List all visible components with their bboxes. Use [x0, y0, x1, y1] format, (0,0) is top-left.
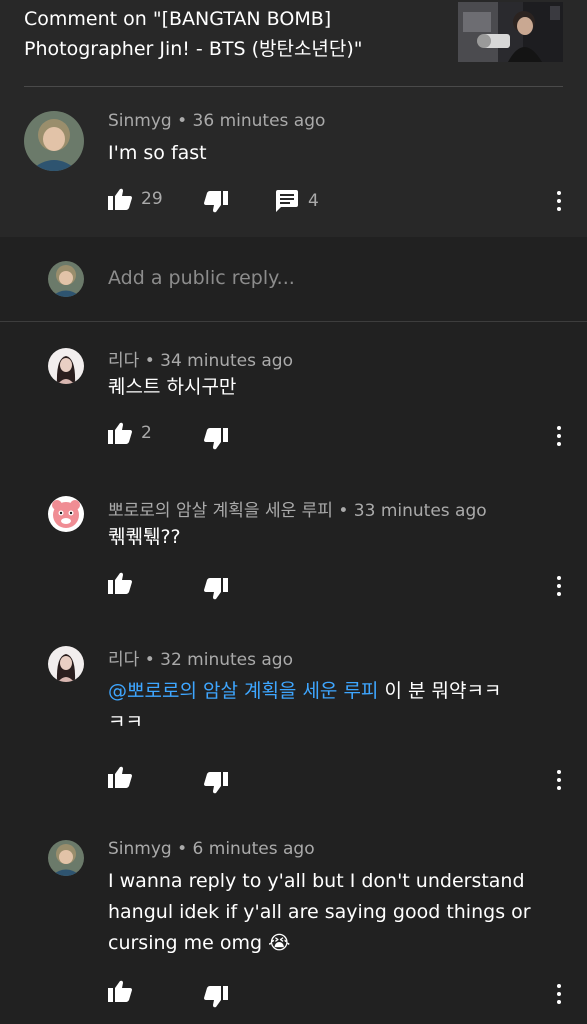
thumbs-up-icon	[108, 422, 132, 444]
dislike-button[interactable]	[204, 428, 228, 450]
timestamp: 32 minutes ago	[160, 650, 293, 670]
meta-separator: •	[144, 650, 161, 670]
like-button[interactable]: 29	[108, 188, 163, 210]
timestamp: 34 minutes ago	[160, 351, 293, 371]
more-options-icon[interactable]	[556, 576, 562, 598]
timestamp: 33 minutes ago	[353, 501, 487, 521]
thumbs-up-icon	[108, 980, 132, 1002]
comment-text-line-3: cursing me omg 😭	[108, 932, 291, 954]
user-mention-link[interactable]: @뽀로로의 암살 계획을 세운 루피	[108, 680, 378, 702]
comment-meta: 리다 • 32 minutes ago	[108, 645, 293, 670]
replies-list: 리다 • 34 minutes ago 퀘스트 하시구만 2 뽀로로의 암살 계…	[0, 322, 587, 1024]
comment-text-line-1: I wanna reply to y'all but I don't under…	[108, 870, 525, 892]
video-thumbnail[interactable]	[458, 2, 563, 62]
thumbs-up-icon	[108, 188, 132, 210]
avatar[interactable]	[48, 348, 84, 384]
author-name[interactable]: 리다	[108, 650, 139, 670]
comment-meta: 뽀로로의 암살 계획을 세운 루피 • 33 minutes ago	[108, 496, 487, 521]
comment-text: I'm so fast	[108, 142, 207, 164]
meta-separator: •	[144, 351, 161, 371]
author-name[interactable]: Sinmyg	[108, 839, 172, 859]
like-button[interactable]	[108, 766, 132, 788]
more-options-icon[interactable]	[556, 984, 562, 1006]
comment-text-line-2: hangul idek if y'all are saying good thi…	[108, 901, 531, 923]
avatar[interactable]	[48, 840, 84, 876]
author-name[interactable]: Sinmyg	[108, 111, 172, 131]
replies-button[interactable]: 4	[276, 190, 319, 212]
like-count: 2	[141, 423, 152, 443]
comment-text: @뽀로로의 암살 계획을 세운 루피 이 분 뭐약ㅋㅋ	[108, 676, 558, 707]
more-options-icon[interactable]	[556, 770, 562, 792]
avatar[interactable]	[24, 111, 84, 171]
thumbs-down-icon	[204, 191, 228, 213]
dislike-button[interactable]	[204, 578, 228, 600]
meta-separator: •	[338, 501, 354, 521]
comment-text: 퀘스트 하시구만	[108, 376, 237, 398]
meta-separator: •	[177, 839, 193, 859]
user-avatar	[48, 261, 84, 297]
comment-text: 퀚퀚퉦??	[108, 526, 181, 548]
thumbs-down-icon	[204, 986, 228, 1008]
page-title: Comment on "[BANGTAN BOMB] Photographer …	[24, 8, 363, 60]
thumbs-up-icon	[108, 766, 132, 788]
thumbs-down-icon	[204, 428, 228, 450]
more-options-icon[interactable]	[556, 191, 562, 213]
avatar[interactable]	[48, 496, 84, 532]
meta-separator: •	[177, 111, 193, 131]
thumbs-down-icon	[204, 772, 228, 794]
comment-text-after-mention: 이 분 뭐약ㅋㅋ	[378, 680, 502, 702]
parent-comment: Sinmyg • 36 minutes ago I'm so fast 29 4	[0, 87, 587, 237]
timestamp: 6 minutes ago	[192, 839, 315, 859]
reply-count: 4	[308, 191, 319, 211]
comment-text-line-2: ㅋㅋ	[108, 711, 143, 733]
like-button[interactable]	[108, 572, 132, 594]
dislike-button[interactable]	[204, 191, 228, 213]
dislike-button[interactable]	[204, 986, 228, 1008]
comment-icon	[276, 190, 298, 212]
comment-header: Comment on "[BANGTAN BOMB] Photographer …	[0, 0, 587, 88]
thumbs-up-icon	[108, 572, 132, 594]
like-count: 29	[141, 189, 163, 209]
timestamp: 36 minutes ago	[192, 111, 326, 131]
author-name[interactable]: 뽀로로의 암살 계획을 세운 루피	[108, 501, 333, 521]
thumbs-down-icon	[204, 578, 228, 600]
reply-input-bar: Add a public reply...	[0, 237, 587, 322]
comment-meta: 리다 • 34 minutes ago	[108, 346, 293, 371]
more-options-icon[interactable]	[556, 426, 562, 448]
author-name[interactable]: 리다	[108, 351, 139, 371]
reply-input[interactable]: Add a public reply...	[108, 267, 295, 289]
dislike-button[interactable]	[204, 772, 228, 794]
avatar[interactable]	[48, 646, 84, 682]
like-button[interactable]: 2	[108, 422, 152, 444]
comment-meta: Sinmyg • 6 minutes ago	[108, 839, 315, 859]
comment-meta: Sinmyg • 36 minutes ago	[108, 111, 325, 131]
like-button[interactable]	[108, 980, 132, 1002]
